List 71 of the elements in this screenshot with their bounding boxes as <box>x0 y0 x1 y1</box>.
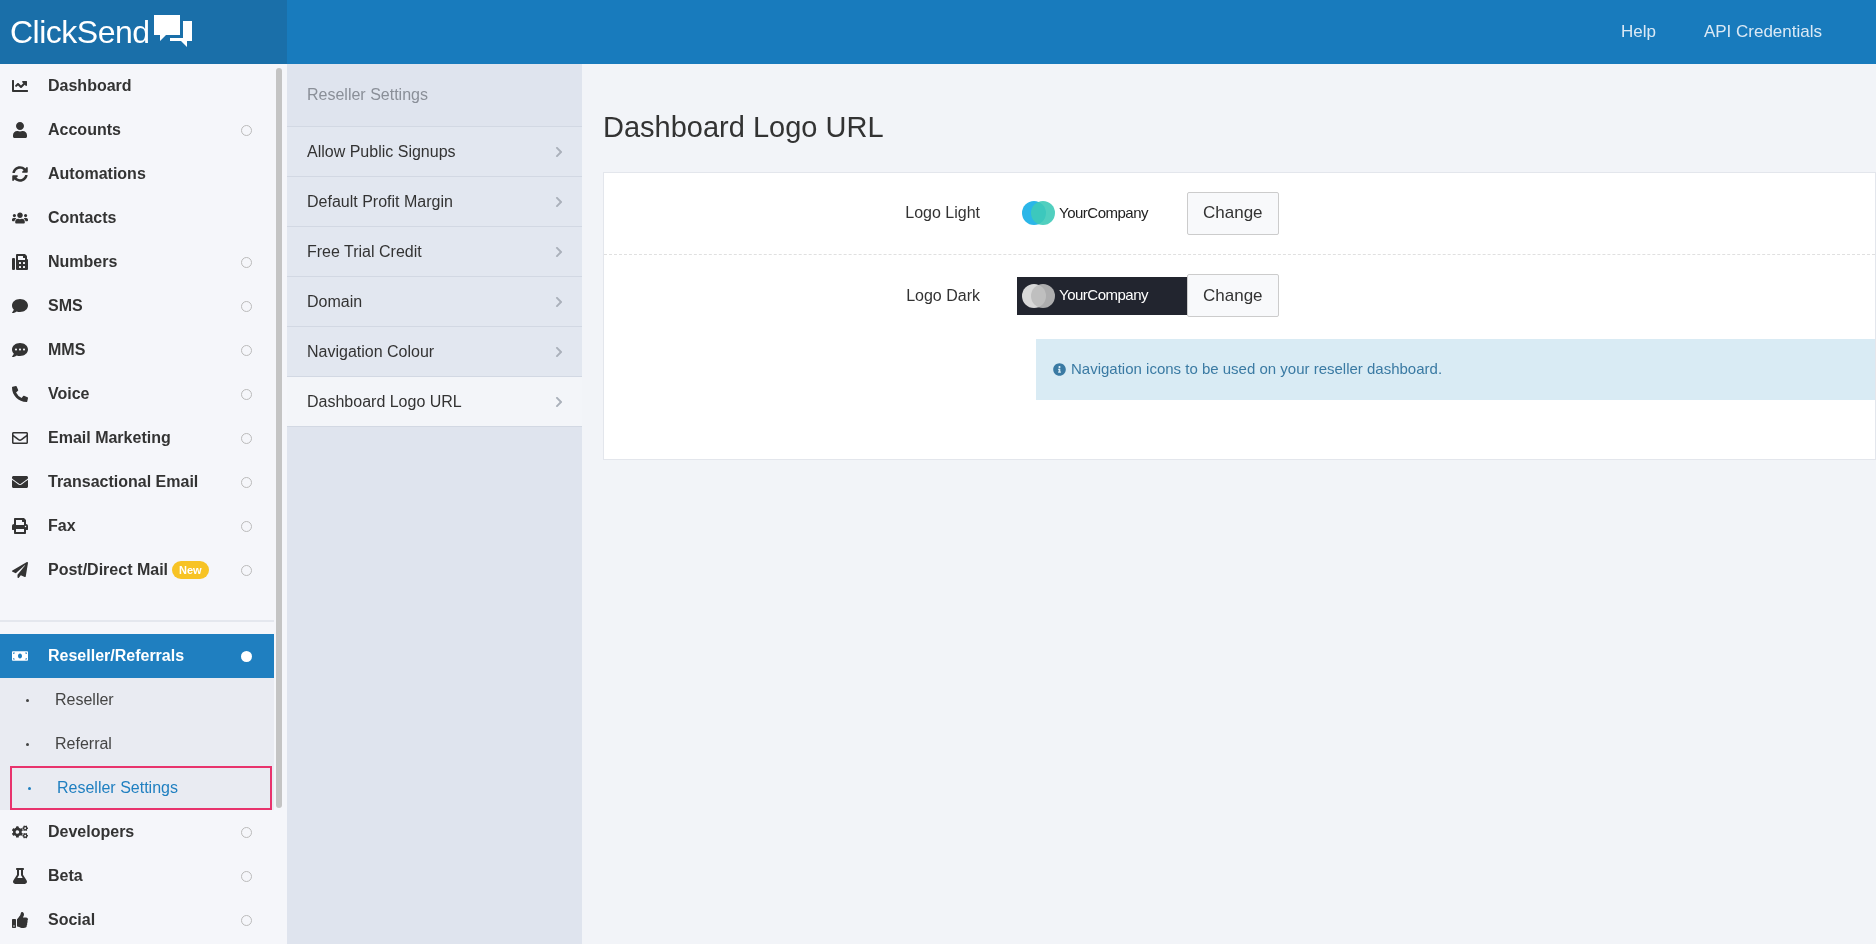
printer-icon <box>12 518 28 534</box>
sidebar-item-label: Accounts <box>48 120 121 140</box>
sidebar-item-label: Social <box>48 910 96 930</box>
envelope-outline-icon <box>12 430 28 446</box>
dark-logo-image: YourCompany <box>1017 276 1187 315</box>
chevron-right-icon <box>554 295 564 308</box>
field-label: Logo Dark <box>905 285 981 306</box>
sidebar-item[interactable]: Fax <box>0 504 274 548</box>
brand-logo-text: ClickSend <box>10 13 150 52</box>
sidebar-item[interactable]: Dashboard <box>0 64 274 108</box>
sidebar-item-label: MMS <box>48 340 86 360</box>
sidebar-item-label: Contacts <box>48 208 117 228</box>
paper-plane-icon <box>12 562 28 578</box>
sidebar-item[interactable]: Email Marketing <box>0 416 274 460</box>
info-text: Navigation icons to be used on your reseller dashboard. <box>1071 358 1443 379</box>
users-icon <box>12 210 28 226</box>
sidebar-item[interactable]: Reseller/Referrals <box>0 634 274 678</box>
change-button[interactable]: Change <box>1187 191 1279 235</box>
sidebar-item[interactable]: Social <box>0 898 274 942</box>
new-badge: New <box>172 560 209 580</box>
sidebar-subitem[interactable]: Reseller <box>10 678 264 722</box>
sidebar-item[interactable]: Post/Direct Mail New <box>0 548 274 592</box>
sidebar-item-label: Post/Direct Mail <box>48 560 169 580</box>
sidebar-item-label: Transactional Email <box>48 472 199 492</box>
scrollbar[interactable] <box>276 68 282 808</box>
envelope-icon <box>12 474 28 490</box>
page-title: Dashboard Logo URL <box>603 110 885 145</box>
sidebar-item[interactable]: MMS <box>0 328 274 372</box>
sync-icon <box>12 166 28 182</box>
chat-bubble-icon <box>12 298 28 314</box>
sidebar-item-label: Voice <box>48 384 90 404</box>
change-button[interactable]: Change <box>1187 274 1279 317</box>
sidebar-item[interactable]: Automations <box>0 152 274 196</box>
chevron-right-icon <box>554 145 564 158</box>
chevron-right-icon <box>554 345 564 358</box>
header-link[interactable]: Help <box>1620 19 1656 45</box>
sidebar-item-label: Fax <box>48 516 76 536</box>
sidebar-item[interactable]: Contacts <box>0 196 274 240</box>
sidebar-item-label: SMS <box>48 296 83 316</box>
sidebar-item-label: Automations <box>48 164 146 184</box>
phone-handset-icon <box>12 386 28 402</box>
sidebar-item[interactable]: Numbers <box>0 240 274 284</box>
sidebar-item[interactable]: Accounts <box>0 108 274 152</box>
sidebar-item[interactable]: SMS <box>0 284 274 328</box>
sidebar-item-label: Numbers <box>48 252 118 272</box>
chevron-right-icon <box>554 395 564 408</box>
thumbs-up-icon <box>12 912 28 928</box>
sidebar-item-label: Reseller/Referrals <box>48 646 185 666</box>
sidebar-item-label: Email Marketing <box>48 428 171 448</box>
sidebar-item[interactable]: Transactional Email <box>0 460 274 504</box>
sidebar-item[interactable]: Voice <box>0 372 274 416</box>
sidebar-item-label: Dashboard <box>48 76 132 96</box>
light-logo-image: YourCompany <box>1017 194 1187 232</box>
sidebar-subitem[interactable]: Reseller Settings <box>10 766 272 810</box>
field-label: Logo Light <box>904 203 981 223</box>
gears-icon <box>12 824 28 840</box>
chevron-right-icon <box>554 195 564 208</box>
sidebar-item-label: Beta <box>48 866 83 886</box>
header-link[interactable]: API Credentials <box>1703 19 1822 45</box>
money-icon <box>12 648 28 664</box>
info-icon <box>1053 362 1066 376</box>
sidebar-item-label: Developers <box>48 822 135 842</box>
sidebar-subitem[interactable]: Referral <box>10 722 264 766</box>
sidebar-item[interactable]: Developers <box>0 810 274 854</box>
chevron-right-icon <box>554 245 564 258</box>
sidebar-item[interactable]: Beta <box>0 854 274 898</box>
settings-menu-item[interactable]: Dashboard Logo URL <box>287 377 582 427</box>
chart-icon <box>12 78 28 94</box>
user-icon <box>12 122 28 138</box>
chat-dots-icon <box>12 342 28 358</box>
flask-icon <box>12 868 28 884</box>
